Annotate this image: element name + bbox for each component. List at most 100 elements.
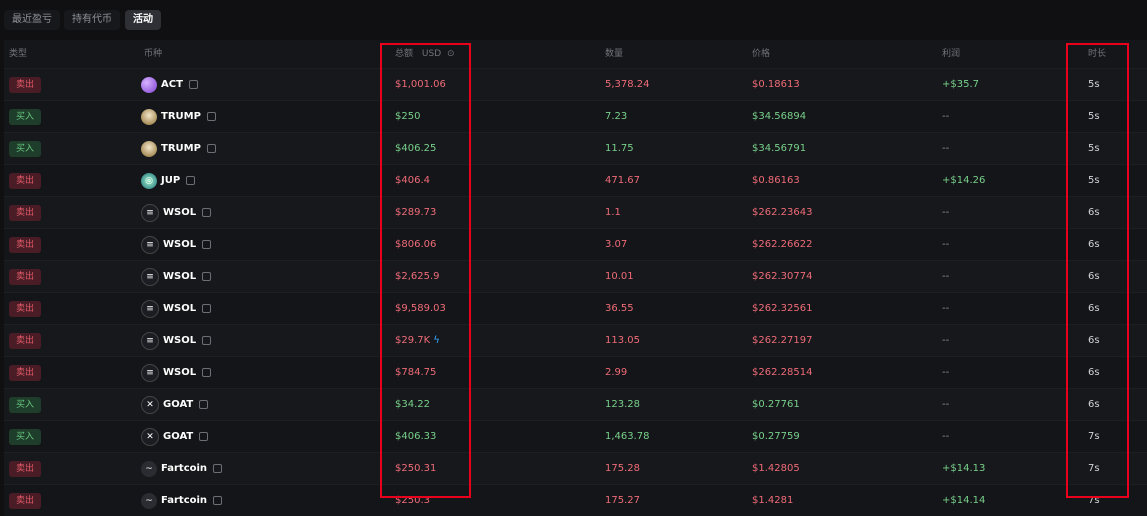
fartcoin-icon: ~ [141, 460, 157, 477]
coin-cell[interactable]: ≡ WSOL [141, 261, 212, 292]
header-total[interactable]: 总额 USD ⊙ [395, 40, 455, 68]
table-row[interactable]: 卖出 ≡ WSOL $806.06 3.07 $262.26622 -- 6s [4, 228, 1147, 260]
wsol-icon: ≡ [141, 299, 159, 318]
table-row[interactable]: 买入 TRUMP $406.25 11.75 $34.56791 -- 5s [4, 132, 1147, 164]
coin-cell[interactable]: ≡ WSOL [141, 357, 212, 388]
price-cell: $262.23643 [752, 207, 813, 218]
copy-icon[interactable] [202, 336, 212, 345]
coin-cell[interactable]: ≡ WSOL [141, 229, 212, 260]
coin-name: GOAT [163, 431, 194, 442]
table-row[interactable]: 卖出 ~ Fartcoin $250.3 175.27 $1.4281 +$14… [4, 484, 1147, 516]
coin-cell[interactable]: ◎ JUP [141, 165, 196, 196]
copy-icon[interactable] [202, 368, 212, 377]
trade-type-badge: 卖出 [9, 493, 41, 509]
qty-cell: 5,378.24 [605, 79, 650, 90]
total-cell: $806.06 [395, 239, 437, 250]
coin-cell[interactable]: ✕ GOAT [141, 389, 209, 420]
coin-cell[interactable]: ACT [141, 69, 198, 100]
profit-cell: -- [942, 431, 950, 442]
age-cell: 6s [1088, 303, 1100, 314]
copy-icon[interactable] [202, 304, 212, 313]
currency-toggle-icon[interactable]: ⊙ [447, 49, 455, 59]
table-row[interactable]: 买入 TRUMP $250 7.23 $34.56894 -- 5s [4, 100, 1147, 132]
profit-cell: +$14.26 [942, 175, 986, 186]
table-row[interactable]: 卖出 ≡ WSOL $784.75 2.99 $262.28514 -- 6s [4, 356, 1147, 388]
table-row[interactable]: 卖出 ≡ WSOL $2,625.9 10.01 $262.30774 -- 6… [4, 260, 1147, 292]
copy-icon[interactable] [199, 400, 209, 409]
table-header: 类型 币种 总额 USD ⊙ 数量 价格 利润 时长 [4, 40, 1147, 68]
copy-icon[interactable] [202, 208, 212, 217]
trade-type-badge: 买入 [9, 141, 41, 157]
table-row[interactable]: 卖出 ~ Fartcoin $250.31 175.28 $1.42805 +$… [4, 452, 1147, 484]
profit-cell: -- [942, 239, 950, 250]
total-cell: $9,589.03 [395, 303, 446, 314]
total-cell: $406.25 [395, 143, 437, 154]
table-row[interactable]: 卖出 ≡ WSOL $289.73 1.1 $262.23643 -- 6s [4, 196, 1147, 228]
copy-icon[interactable] [199, 432, 209, 441]
qty-cell: 113.05 [605, 335, 640, 346]
qty-cell: 175.27 [605, 495, 640, 506]
trump-icon [141, 140, 157, 157]
wsol-icon: ≡ [141, 331, 159, 350]
coin-cell[interactable]: TRUMP [141, 133, 216, 164]
trade-type-badge: 卖出 [9, 365, 41, 381]
copy-icon[interactable] [202, 240, 212, 249]
copy-icon[interactable] [202, 272, 212, 281]
tab-holdings[interactable]: 持有代币 [64, 10, 120, 30]
table-row[interactable]: 卖出 ACT $1,001.06 5,378.24 $0.18613 +$35.… [4, 68, 1147, 100]
header-price: 价格 [752, 49, 771, 59]
price-cell: $262.26622 [752, 239, 813, 250]
price-cell: $1.4281 [752, 495, 794, 506]
total-cell: $784.75 [395, 367, 437, 378]
coin-name: WSOL [163, 271, 197, 282]
trade-type-badge: 卖出 [9, 333, 41, 349]
coin-cell[interactable]: ≡ WSOL [141, 325, 212, 356]
copy-icon[interactable] [206, 112, 216, 121]
table-row[interactable]: 卖出 ◎ JUP $406.4 471.67 $0.86163 +$14.26 … [4, 164, 1147, 196]
coin-name: WSOL [163, 207, 197, 218]
age-cell: 7s [1088, 431, 1100, 442]
price-cell: $34.56791 [752, 143, 807, 154]
coin-name: GOAT [163, 399, 194, 410]
age-cell: 6s [1088, 367, 1100, 378]
coin-name: Fartcoin [161, 495, 208, 506]
tab-recent-pnl[interactable]: 最近盈亏 [4, 10, 60, 30]
total-cell: $250 [395, 111, 421, 122]
qty-cell: 10.01 [605, 271, 634, 282]
profit-cell: -- [942, 271, 950, 282]
age-cell: 5s [1088, 111, 1100, 122]
age-cell: 6s [1088, 239, 1100, 250]
total-cell: $250.3 [395, 495, 430, 506]
header-qty: 数量 [605, 49, 624, 59]
copy-icon[interactable] [213, 464, 223, 473]
wsol-icon: ≡ [141, 235, 159, 254]
copy-icon[interactable] [213, 496, 223, 505]
age-cell: 5s [1088, 79, 1100, 90]
tab-activity[interactable]: 活动 [125, 10, 161, 30]
qty-cell: 1.1 [605, 207, 621, 218]
copy-icon[interactable] [206, 144, 216, 153]
coin-name: ACT [161, 79, 183, 90]
age-cell: 6s [1088, 207, 1100, 218]
goat-icon: ✕ [141, 427, 159, 446]
coin-name: WSOL [163, 335, 197, 346]
copy-icon[interactable] [186, 176, 196, 185]
qty-cell: 1,463.78 [605, 431, 650, 442]
copy-icon[interactable] [188, 80, 198, 89]
coin-cell[interactable]: ✕ GOAT [141, 421, 209, 452]
coin-cell[interactable]: ≡ WSOL [141, 293, 212, 324]
table-row[interactable]: 买入 ✕ GOAT $406.33 1,463.78 $0.27759 -- 7… [4, 420, 1147, 452]
trade-type-badge: 卖出 [9, 237, 41, 253]
trade-type-badge: 卖出 [9, 77, 41, 93]
coin-cell[interactable]: TRUMP [141, 101, 216, 132]
coin-cell[interactable]: ≡ WSOL [141, 197, 212, 228]
coin-cell[interactable]: ~ Fartcoin [141, 453, 223, 484]
table-row[interactable]: 卖出 ≡ WSOL $9,589.03 36.55 $262.32561 -- … [4, 292, 1147, 324]
table-row[interactable]: 买入 ✕ GOAT $34.22 123.28 $0.27761 -- 6s [4, 388, 1147, 420]
coin-name: JUP [161, 175, 181, 186]
price-cell: $262.32561 [752, 303, 813, 314]
coin-cell[interactable]: ~ Fartcoin [141, 485, 223, 516]
total-cell: $250.31 [395, 463, 437, 474]
table-row[interactable]: 卖出 ≡ WSOL $29.7K ϟ 113.05 $262.27197 -- 6… [4, 324, 1147, 356]
tab-bar: 最近盈亏 持有代币 活动 [0, 0, 1147, 40]
